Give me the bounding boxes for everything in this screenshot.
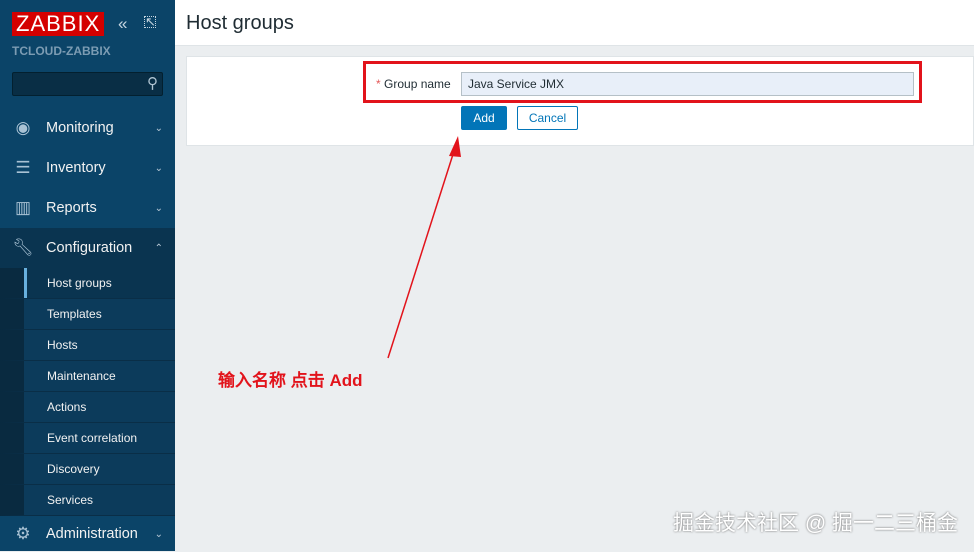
annotation-text: 输入名称 点击 Add [218, 371, 363, 390]
annotation-arrow [387, 136, 461, 359]
watermark: 掘金技术社区 @ 掘一二三桶金 [673, 512, 958, 535]
